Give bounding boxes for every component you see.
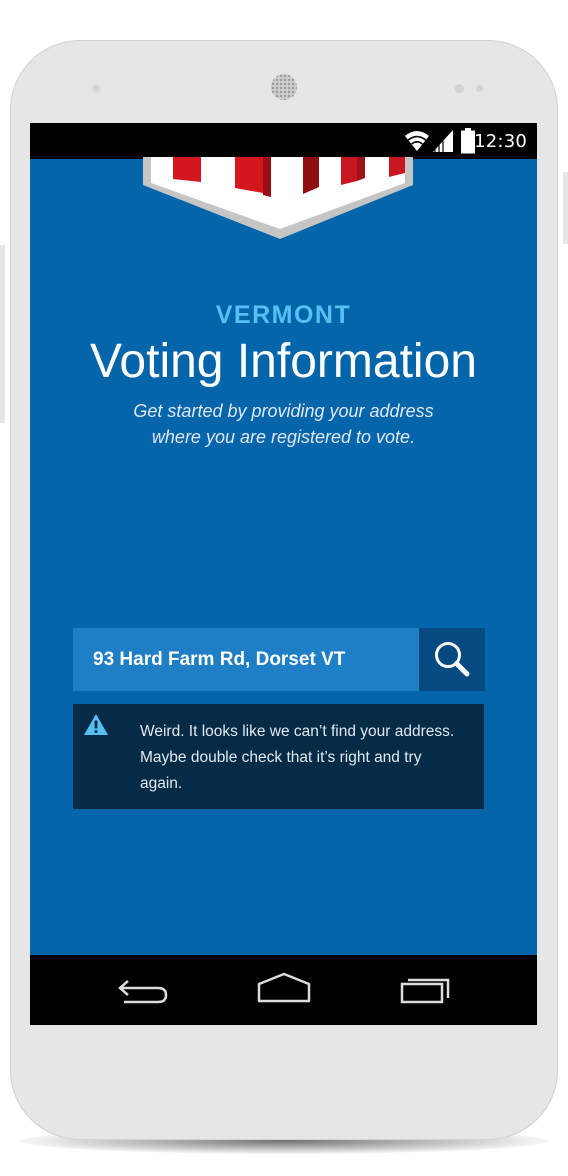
- earpiece-speaker: [271, 74, 297, 100]
- address-input[interactable]: 93 Hard Farm Rd, Dorset VT: [73, 628, 419, 691]
- alert-line-1: Weird. It looks like we can’t find your …: [140, 723, 455, 740]
- search-button[interactable]: [419, 628, 485, 691]
- status-bar: 12:30: [30, 123, 537, 159]
- state-name: VERMONT: [215, 301, 352, 329]
- recent-apps-icon[interactable]: [398, 970, 454, 1010]
- subtitle-line-2: where you are registered to vote.: [151, 427, 416, 447]
- alert-line-2: Maybe double check that it’s right and t…: [140, 749, 422, 766]
- phone-screen: 12:30 VERMONT Voting Information Get sta…: [30, 123, 537, 1025]
- error-alert: Weird. It looks like we can’t find your …: [73, 704, 484, 809]
- wifi-icon: [405, 131, 429, 151]
- home-icon[interactable]: [256, 970, 312, 1010]
- subtitle-line-1: Get started by providing your address: [133, 401, 434, 421]
- page-subtitle: Get started by providing your address wh…: [110, 398, 457, 450]
- sensor-dot-1: [455, 84, 464, 93]
- sensor-dot-2: [476, 85, 483, 92]
- navigation-bar: [30, 955, 537, 1025]
- flag-shield-emblem-icon: [143, 157, 413, 239]
- status-time: 12:30: [474, 131, 527, 152]
- search-icon: [435, 642, 470, 677]
- alert-message: Weird. It looks like we can’t find your …: [140, 719, 470, 797]
- warning-icon: [84, 714, 108, 735]
- phone-edge-left: [0, 245, 5, 423]
- back-icon[interactable]: [116, 970, 170, 1010]
- front-camera-dot: [92, 84, 101, 93]
- page-title: Voting Information: [90, 335, 477, 388]
- phone-edge-right: [563, 172, 568, 244]
- main-content: VERMONT Voting Information Get started b…: [30, 157, 537, 955]
- alert-line-3: again.: [140, 775, 183, 792]
- signal-icon: [433, 130, 453, 152]
